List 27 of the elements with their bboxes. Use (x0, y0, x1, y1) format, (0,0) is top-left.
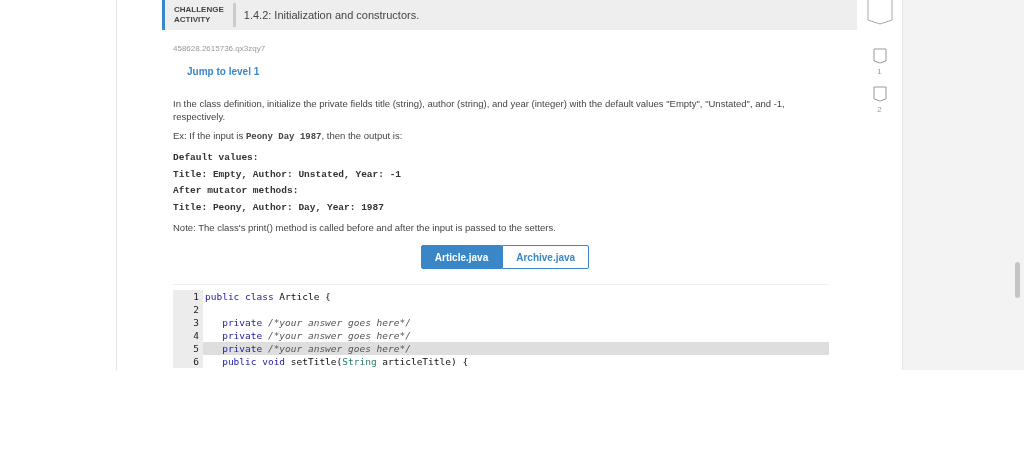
line-number: 5 (173, 342, 203, 356)
jump-link[interactable]: Jump to level 1 (187, 64, 857, 79)
note-text: Note: The class's print() method is called before and after the input is passed to the setters. (173, 221, 557, 235)
output-line: Title: Empty, Author: Unstated, Year: -1 (173, 167, 403, 182)
instruction-text: In the class definition, initialize the private fields title (string), author (string), and year (integer) with the default values "Empty", "Unstated", and -1, respectively. (173, 97, 786, 123)
scrollbar-thumb[interactable] (1015, 262, 1020, 298)
level-flag-icon[interactable] (872, 48, 887, 64)
output-line: Title: Peony, Author: Day, Year: 1987 (173, 200, 385, 215)
line-number: 2 (173, 303, 203, 317)
level-number: 1 (877, 66, 882, 78)
file-tab[interactable]: Archive.java (502, 245, 590, 270)
code-editor[interactable]: 1 public class Article { 2 3 private /*your answer goes here*/ 4 private /*your answer goes here*/ 5 private /*your answer goes here*/ 6 public void setTitle(String articleTitle) { (173, 284, 829, 369)
activity-title: 1.4.2: Initialization and constructors. (243, 7, 420, 23)
example-text: Ex: If the input is Peony Day 1987, then the output is: (173, 129, 404, 144)
line-number: 1 (173, 290, 203, 304)
file-tab[interactable]: Article.java (420, 245, 503, 270)
level-flag-icon[interactable] (872, 86, 887, 102)
activity-id: 458628.2615736.qx3zqy7 (173, 43, 267, 55)
output-line: Default values: (173, 151, 260, 165)
line-number: 6 (173, 355, 203, 369)
level-number: 2 (877, 104, 882, 116)
activity-label: ACTIVITY (174, 15, 212, 25)
output-line: After mutator methods: (173, 184, 300, 198)
collapse-icon[interactable] (866, 0, 893, 26)
line-number: 4 (173, 329, 203, 343)
line-number: 3 (173, 316, 203, 330)
activity-label: CHALLENGE (174, 5, 224, 15)
